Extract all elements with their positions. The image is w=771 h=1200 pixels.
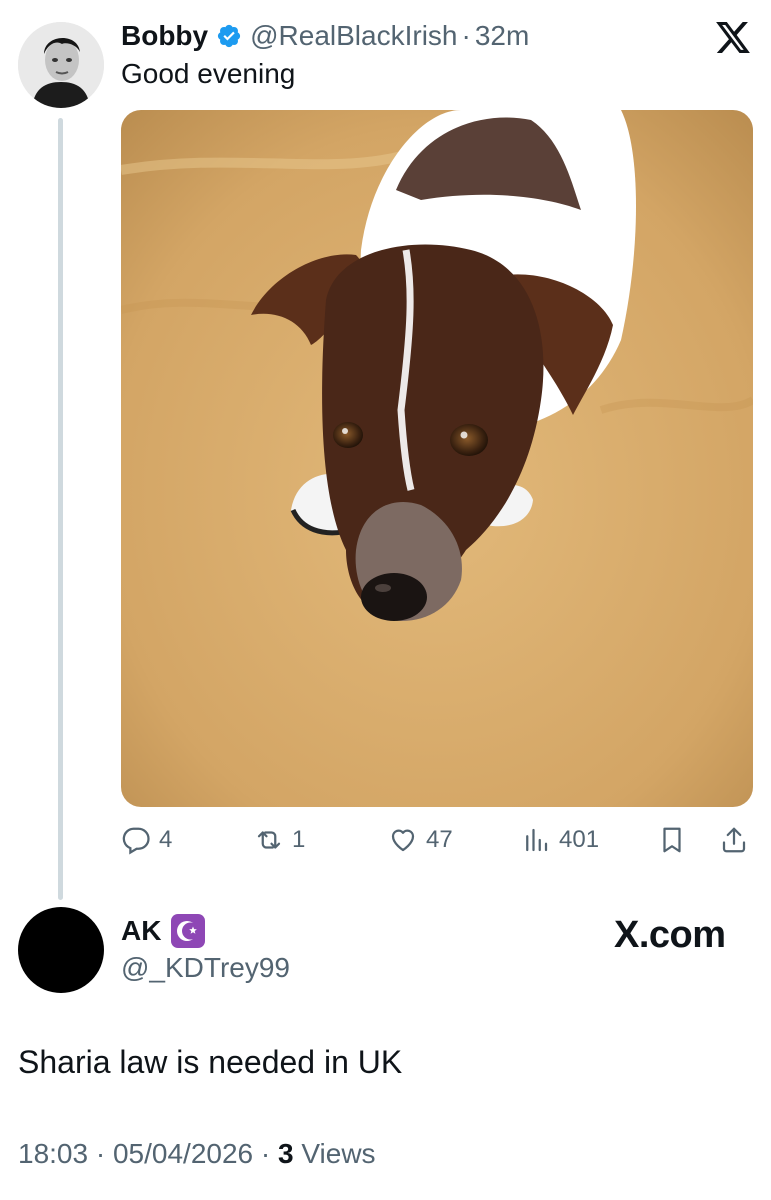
separator-dot: · <box>260 1138 271 1169</box>
bookmark-icon <box>663 827 681 853</box>
repost-count: 1 <box>292 826 306 853</box>
x-logo-icon[interactable] <box>716 22 750 53</box>
tweet-text: Good evening <box>121 58 296 89</box>
quoted-author-name[interactable]: AK <box>121 915 161 947</box>
tweet-action-bar: 4 1 47 401 <box>121 820 753 860</box>
quoted-author-avatar[interactable] <box>18 907 104 993</box>
tweet-time[interactable]: 32m <box>475 20 529 52</box>
star-crescent-icon <box>171 914 206 948</box>
views-button[interactable]: 401 <box>521 820 599 860</box>
separator-dot: · <box>461 20 471 51</box>
author-handle[interactable]: @RealBlackIrish <box>250 20 457 52</box>
verified-badge-icon <box>218 24 241 48</box>
author-name[interactable]: Bobby <box>121 20 208 52</box>
reply-button[interactable]: 4 <box>121 820 172 860</box>
post-views-label: Views <box>301 1138 376 1169</box>
views-icon <box>526 828 548 852</box>
post-date[interactable]: 05/04/2026 <box>113 1138 253 1169</box>
quoted-author-handle[interactable]: @_KDTrey99 <box>121 952 290 984</box>
quoted-post-text: Sharia law is needed in UK <box>18 1044 403 1080</box>
like-button[interactable]: 47 <box>388 820 453 860</box>
repost-button[interactable]: 1 <box>254 820 305 860</box>
tweet-header: Bobby @RealBlackIrish · 32m <box>121 18 529 54</box>
bookmark-button[interactable] <box>657 820 687 860</box>
site-watermark: X.com <box>614 914 726 956</box>
like-count: 47 <box>426 826 453 853</box>
reply-count: 4 <box>159 826 173 853</box>
share-icon <box>722 827 746 853</box>
heart-icon <box>391 829 415 852</box>
views-count: 401 <box>559 826 600 853</box>
post-time[interactable]: 18:03 <box>18 1138 88 1169</box>
tweet-photo[interactable] <box>121 110 753 807</box>
repost-icon <box>257 831 281 849</box>
author-avatar[interactable] <box>18 22 104 108</box>
thread-connector-line <box>58 118 63 900</box>
share-button[interactable] <box>719 820 749 860</box>
post-views-count: 3 <box>278 1138 294 1169</box>
separator-dot: · <box>95 1138 106 1169</box>
reply-icon <box>122 827 150 855</box>
quoted-author-row: AK <box>121 914 206 948</box>
post-metadata: 18:03 · 05/04/2026 · 3 Views <box>18 1138 376 1170</box>
